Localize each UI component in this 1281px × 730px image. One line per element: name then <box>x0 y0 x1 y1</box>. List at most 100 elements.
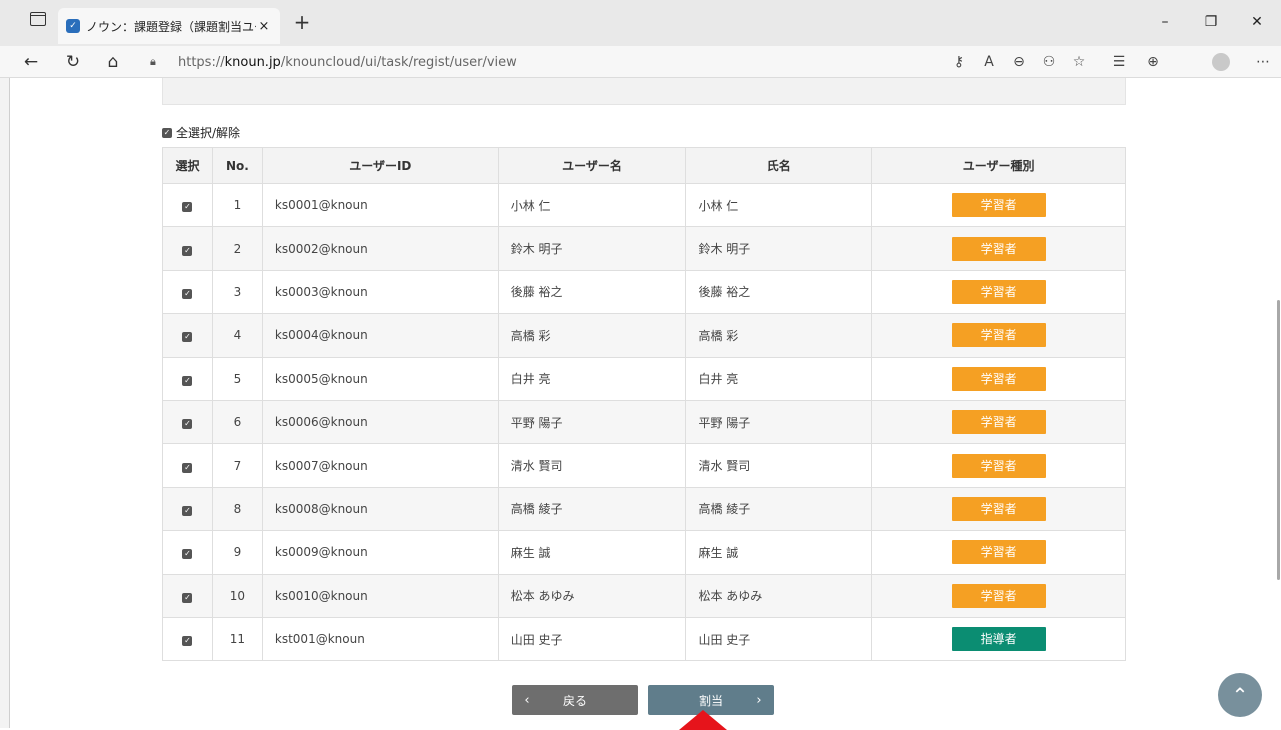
user-name-cell: 鈴木 明子 <box>497 226 687 271</box>
page-viewport: ✓ 全選択/解除 選択 No. ユーザーID ユーザー名 氏名 ユーザー種別 ✓… <box>10 78 1281 730</box>
url-host: knoun.jp <box>224 54 281 70</box>
arrow-left-icon[interactable]: ← <box>16 48 46 76</box>
checkbox-checked-icon: ✓ <box>182 245 193 256</box>
user-name-cell: 山田 史子 <box>497 616 687 662</box>
user-name-cell: 高橋 彩 <box>497 313 687 358</box>
row-number: 4 <box>211 313 263 358</box>
table-row: ✓ 4 ks0004@knoun 高橋 彩高橋 彩学習者 <box>162 313 1126 358</box>
user-type-badge: 学習者 <box>951 193 1046 218</box>
table-row: ✓ 8 ks0008@knoun 高橋 綾子 高橋 綾子 学習者 <box>162 486 1126 532</box>
user-name-cell: 小林 仁 <box>497 182 687 228</box>
user-type-cell: 学習者 <box>871 486 1126 532</box>
row-checkbox[interactable]: ✓ <box>162 356 213 401</box>
chevron-up-icon: ⌃ <box>1231 683 1249 707</box>
user-type-badge: 指導者 <box>951 627 1046 652</box>
key-icon[interactable]: ⚷ <box>946 50 972 74</box>
checkbox-checked-icon: ✓ <box>182 202 193 213</box>
minimize-icon[interactable]: – <box>1142 6 1188 38</box>
user-type-badge: 学習者 <box>951 236 1046 261</box>
user-type-cell: 学習者 <box>871 443 1126 488</box>
add-favorite-icon[interactable]: ☆ <box>1066 50 1092 74</box>
full-name-cell: 高橋 綾子 <box>685 486 873 532</box>
favorites-icon[interactable]: ☰ <box>1106 50 1132 74</box>
column-header: 氏名 <box>685 147 873 184</box>
row-checkbox[interactable]: ✓ <box>162 269 213 315</box>
favicon-icon: ✓ <box>66 19 80 33</box>
chevron-left-icon: ‹ <box>524 692 530 708</box>
scroll-to-top-button[interactable]: ⌃ <box>1218 673 1262 717</box>
left-page-edge <box>0 78 10 728</box>
row-checkbox[interactable]: ✓ <box>162 399 213 445</box>
user-type-badge: 学習者 <box>951 410 1046 435</box>
column-header: 選択 <box>162 147 213 184</box>
row-checkbox[interactable]: ✓ <box>162 182 213 228</box>
checkbox-checked-icon: ✓ <box>162 127 172 138</box>
extensions-icon[interactable]: ⚇ <box>1036 50 1062 74</box>
restore-icon[interactable]: ❐ <box>1188 6 1234 38</box>
lock-icon: 🔒︎ <box>150 55 156 68</box>
full-name-cell: 平野 陽子 <box>685 399 873 445</box>
row-number: 2 <box>211 226 263 271</box>
tab-actions-icon[interactable] <box>30 12 46 26</box>
user-type-cell: 学習者 <box>871 269 1126 315</box>
row-checkbox[interactable]: ✓ <box>162 530 213 575</box>
url-scheme: https:// <box>178 54 225 70</box>
read-aloud-icon[interactable]: A <box>976 50 1002 74</box>
user-type-cell: 学習者 <box>871 399 1126 445</box>
row-number: 6 <box>211 399 263 445</box>
select-all-checkbox[interactable]: ✓ 全選択/解除 <box>162 124 240 141</box>
user-type-cell: 学習者 <box>871 356 1126 401</box>
row-checkbox[interactable]: ✓ <box>162 313 213 358</box>
user-id-cell: ks0008@knoun <box>261 486 499 532</box>
collections-icon[interactable]: ⊕ <box>1140 50 1166 74</box>
checkbox-checked-icon: ✓ <box>182 375 193 386</box>
table-row: ✓ 5 ks0005@knoun 白井 亮白井 亮学習者 <box>162 356 1126 401</box>
checkbox-checked-icon: ✓ <box>182 288 193 299</box>
profile-avatar[interactable] <box>1212 53 1230 71</box>
browser-tab-bar: ✓ ノウン：課題登録（課題割当ユーザ × + – ❐ ✕ <box>0 0 1281 46</box>
table-row: ✓ 6 ks0006@knoun 平野 陽子 平野 陽子 学習者 <box>162 399 1126 445</box>
checkbox-checked-icon: ✓ <box>182 505 193 516</box>
column-header: No. <box>211 147 263 184</box>
row-number: 11 <box>211 616 263 662</box>
more-icon[interactable]: ⋯ <box>1250 50 1276 74</box>
zoom-icon[interactable]: ⊖ <box>1006 50 1032 74</box>
checkbox-checked-icon: ✓ <box>182 636 193 647</box>
row-number: 9 <box>211 530 263 575</box>
user-type-badge: 学習者 <box>951 366 1046 391</box>
user-name-cell: 後藤 裕之 <box>497 269 687 315</box>
user-name-cell: 平野 陽子 <box>497 399 687 445</box>
row-checkbox[interactable]: ✓ <box>162 226 213 271</box>
table-row: ✓ 10 ks0010@knoun 松本 あゆみ 松本 あゆみ 学習者 <box>162 573 1126 618</box>
user-type-badge: 学習者 <box>951 540 1046 565</box>
new-tab-button[interactable]: + <box>288 8 316 36</box>
tab-close-icon[interactable]: × <box>256 19 272 34</box>
row-number: 7 <box>211 443 263 488</box>
user-table: 選択 No. ユーザーID ユーザー名 氏名 ユーザー種別 ✓ 1 ks0001@k… <box>162 147 1126 662</box>
column-header: ユーザー名 <box>497 147 687 184</box>
checkbox-checked-icon: ✓ <box>182 332 193 343</box>
table-row: ✓ 9 ks0009@knoun 麻生 誠麻生 誠学習者 <box>162 530 1126 575</box>
full-name-cell: 後藤 裕之 <box>685 269 873 315</box>
checkbox-checked-icon: ✓ <box>182 549 193 560</box>
select-all-label: 全選択/解除 <box>176 126 241 140</box>
page-scrollbar[interactable] <box>1277 300 1280 580</box>
assign-button-label: 割当 <box>698 693 723 708</box>
user-type-cell: 指導者 <box>871 616 1126 662</box>
full-name-cell: 松本 あゆみ <box>685 573 873 618</box>
back-button[interactable]: ‹ 戻る <box>512 685 638 715</box>
row-number: 3 <box>211 269 263 315</box>
url-field[interactable]: 🔒︎ https:// knoun.jp /knouncloud/ui/task… <box>150 49 920 75</box>
back-button-label: 戻る <box>562 693 587 708</box>
window-close-icon[interactable]: ✕ <box>1234 6 1280 38</box>
user-id-cell: ks0002@knoun <box>261 226 499 271</box>
row-checkbox[interactable]: ✓ <box>162 486 213 532</box>
row-checkbox[interactable]: ✓ <box>162 443 213 488</box>
home-icon[interactable]: ⌂ <box>98 48 128 76</box>
row-number: 10 <box>211 573 263 618</box>
refresh-icon[interactable]: ↻ <box>58 48 88 76</box>
row-checkbox[interactable]: ✓ <box>162 616 213 662</box>
row-checkbox[interactable]: ✓ <box>162 573 213 618</box>
browser-tab[interactable]: ✓ ノウン：課題登録（課題割当ユーザ × <box>58 8 280 44</box>
user-type-cell: 学習者 <box>871 226 1126 271</box>
